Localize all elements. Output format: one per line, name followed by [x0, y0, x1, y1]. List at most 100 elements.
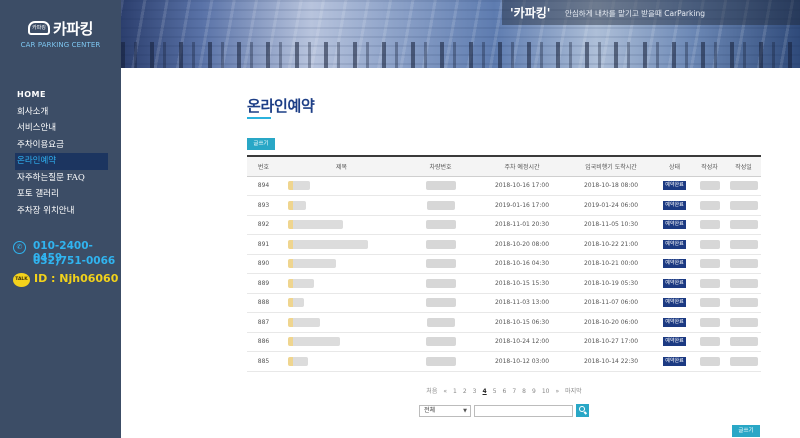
logo-title: 카파킹	[53, 20, 93, 38]
redacted-date	[729, 278, 758, 288]
row-arrival-time: 2018-10-27 17:00	[566, 332, 656, 352]
pagination-prev[interactable]: «	[443, 388, 447, 395]
redacted-subject	[288, 356, 308, 366]
pagination-page[interactable]: 2	[463, 388, 467, 395]
column-header: 입국비행기 도착시간	[566, 155, 656, 177]
status-badge: 예약완료	[663, 356, 686, 366]
phone-number-secondary[interactable]: 032)751-0066	[33, 255, 115, 267]
row-arrival-time: 2018-11-07 06:00	[566, 293, 656, 313]
row-parking-time: 2018-10-15 15:30	[478, 273, 566, 294]
redacted-date	[729, 181, 758, 191]
redacted-author	[699, 239, 720, 249]
row-number: 885	[247, 351, 280, 372]
redacted-date	[729, 317, 758, 327]
row-subject-link[interactable]	[280, 312, 403, 333]
header-tagline: '카파킹' 안심하게 내차를 맡기고 받을때 CarParking	[502, 0, 800, 25]
search-input[interactable]	[474, 405, 573, 417]
status-badge: 예약완료	[663, 239, 686, 249]
sidebar-item-6[interactable]: 포토 갤러리	[15, 186, 108, 203]
table-row[interactable]: 885 2018-10-12 03:00 2018-10-14 22:30 예약완료	[247, 351, 761, 372]
row-subject-link[interactable]	[280, 351, 403, 372]
site-logo[interactable]: 카파킹 카파킹 CAR PARKING CENTER	[0, 14, 121, 54]
status-badge: 예약완료	[663, 181, 686, 191]
row-status: 예약완료	[656, 195, 693, 216]
table-row[interactable]: 889 2018-10-15 15:30 2018-10-19 05:30 예약완료	[247, 273, 761, 294]
sidebar-item-0[interactable]: HOME	[15, 87, 108, 104]
row-arrival-time: 2019-01-24 06:00	[566, 195, 656, 216]
sidebar-item-1[interactable]: 회사소개	[15, 104, 108, 121]
row-subject-link[interactable]	[280, 176, 403, 196]
search-category-select[interactable]: 전체 ▼	[419, 405, 471, 417]
row-date	[726, 234, 761, 255]
pagination-page[interactable]: 4	[483, 388, 487, 395]
row-car-number	[403, 332, 478, 352]
pagination-first[interactable]: 처음	[426, 386, 437, 395]
pagination-page[interactable]: 1	[453, 388, 457, 395]
redacted-car-number	[425, 220, 456, 230]
sidebar-item-4[interactable]: 온라인예약	[15, 153, 108, 170]
redacted-subject	[288, 278, 314, 288]
pagination-page[interactable]: 7	[512, 388, 516, 395]
redacted-car-number	[425, 239, 456, 249]
status-badge: 예약완료	[663, 220, 686, 230]
redacted-subject	[288, 220, 343, 230]
row-parking-time: 2018-11-03 13:00	[478, 293, 566, 313]
row-subject-link[interactable]	[280, 215, 403, 235]
write-button[interactable]: 글쓰기	[247, 138, 275, 150]
redacted-date	[729, 259, 758, 269]
table-row[interactable]: 886 2018-10-24 12:00 2018-10-27 17:00 예약완료	[247, 332, 761, 352]
row-car-number	[403, 273, 478, 294]
write-button-bottom[interactable]: 글쓰기	[732, 425, 760, 437]
redacted-subject	[288, 337, 340, 347]
redacted-subject	[288, 317, 320, 327]
kakaotalk-id: ID : Njh06060	[34, 272, 119, 285]
row-number: 890	[247, 254, 280, 274]
pagination-page[interactable]: 9	[532, 388, 536, 395]
logo-subtitle: CAR PARKING CENTER	[20, 41, 101, 49]
row-parking-time: 2019-01-16 17:00	[478, 195, 566, 216]
row-subject-link[interactable]	[280, 195, 403, 216]
row-parking-time: 2018-10-16 17:00	[478, 176, 566, 196]
row-parking-time: 2018-10-12 03:00	[478, 351, 566, 372]
row-subject-link[interactable]	[280, 254, 403, 274]
row-status: 예약완료	[656, 293, 693, 313]
table-row[interactable]: 892 2018-11-01 20:30 2018-11-05 10:30 예약완료	[247, 215, 761, 235]
row-subject-link[interactable]	[280, 293, 403, 313]
pagination-page[interactable]: 10	[542, 388, 550, 395]
redacted-car-number	[425, 259, 456, 269]
sidebar-item-2[interactable]: 서비스안내	[15, 120, 108, 137]
pagination: 처음 « 1 2 3 4 5 6 7 8 9 10 » 마지막	[247, 386, 761, 395]
status-badge: 예약완료	[663, 259, 686, 269]
row-number: 887	[247, 312, 280, 333]
sidebar: 카파킹 카파킹 CAR PARKING CENTER HOME 회사소개 서비스안내…	[0, 0, 121, 438]
sidebar-item-7[interactable]: 주차장 위치안내	[15, 203, 108, 220]
pagination-page[interactable]: 5	[493, 388, 497, 395]
row-number: 894	[247, 176, 280, 196]
column-header: 번호	[247, 155, 280, 177]
search-button[interactable]	[576, 404, 589, 417]
sidebar-item-3[interactable]: 주차이용요금	[15, 137, 108, 154]
pagination-page[interactable]: 6	[503, 388, 507, 395]
row-arrival-time: 2018-10-19 05:30	[566, 273, 656, 294]
table-row[interactable]: 887 2018-10-15 06:30 2018-10-20 06:00 예약완료	[247, 312, 761, 333]
redacted-subject	[288, 259, 336, 269]
redacted-author	[699, 259, 720, 269]
table-row[interactable]: 894 2018-10-16 17:00 2018-10-18 08:00 예약완료	[247, 176, 761, 196]
row-subject-link[interactable]	[280, 234, 403, 255]
row-date	[726, 254, 761, 274]
table-row[interactable]: 893 2019-01-16 17:00 2019-01-24 06:00 예약완료	[247, 195, 761, 216]
row-number: 886	[247, 332, 280, 352]
sidebar-item-5[interactable]: 자주하는질문 FAQ	[15, 170, 108, 187]
pagination-page[interactable]: 3	[473, 388, 477, 395]
row-subject-link[interactable]	[280, 273, 403, 294]
table-row[interactable]: 891 2018-10-20 08:00 2018-10-22 21:00 예약완료	[247, 234, 761, 255]
pagination-next[interactable]: »	[555, 388, 559, 395]
pagination-page[interactable]: 8	[522, 388, 526, 395]
row-parking-time: 2018-10-15 06:30	[478, 312, 566, 333]
row-subject-link[interactable]	[280, 332, 403, 352]
table-row[interactable]: 888 2018-11-03 13:00 2018-11-07 06:00 예약완료	[247, 293, 761, 313]
table-row[interactable]: 890 2018-10-16 04:30 2018-10-21 00:00 예약완료	[247, 254, 761, 274]
redacted-date	[729, 220, 758, 230]
redacted-author	[699, 220, 720, 230]
pagination-last[interactable]: 마지막	[565, 386, 582, 395]
